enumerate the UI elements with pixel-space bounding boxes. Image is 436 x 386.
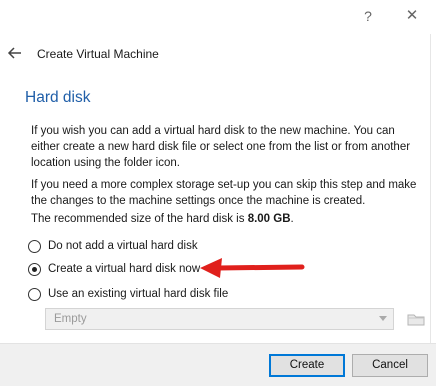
existing-disk-select-value: Empty: [54, 313, 87, 325]
annotation-arrow-icon: [200, 258, 305, 278]
option-create-disk[interactable]: Create a virtual hard disk now: [28, 261, 200, 277]
option-existing-disk[interactable]: Use an existing virtual hard disk file: [28, 286, 228, 302]
wizard-title: Create Virtual Machine: [37, 47, 159, 61]
help-button[interactable]: ?: [357, 6, 379, 26]
description-paragraph-2: If you need a more complex storage set-u…: [31, 179, 417, 207]
close-button[interactable]: ✕: [401, 6, 423, 26]
option-no-disk[interactable]: Do not add a virtual hard disk: [28, 238, 198, 254]
page-title: Hard disk: [25, 89, 91, 106]
existing-disk-select[interactable]: Empty: [45, 308, 394, 330]
title-bar: ? ✕: [0, 0, 436, 34]
wizard-header: Create Virtual Machine: [0, 34, 436, 74]
recommended-suffix: .: [290, 213, 294, 225]
recommended-prefix: The recommended size of the hard disk is: [31, 213, 248, 225]
recommended-size-value: 8.00 GB: [247, 213, 291, 225]
radio-create-disk[interactable]: [28, 262, 41, 276]
description-paragraph-1: If you wish you can add a virtual hard d…: [31, 125, 411, 169]
back-arrow-icon[interactable]: [6, 44, 24, 62]
radio-no-disk[interactable]: [28, 239, 41, 253]
option-no-disk-label[interactable]: Do not add a virtual hard disk: [48, 240, 198, 252]
radio-existing-disk[interactable]: [28, 287, 41, 301]
button-bar: Create Cancel: [0, 343, 436, 386]
chevron-down-icon: [379, 316, 387, 321]
cancel-button[interactable]: Cancel: [352, 354, 428, 377]
folder-icon[interactable]: [405, 309, 427, 329]
window-edge: [430, 34, 436, 344]
option-create-disk-label[interactable]: Create a virtual hard disk now: [48, 263, 200, 275]
recommended-size-text: The recommended size of the hard disk is…: [31, 213, 294, 225]
option-existing-disk-label[interactable]: Use an existing virtual hard disk file: [48, 288, 228, 300]
create-button[interactable]: Create: [269, 354, 345, 377]
